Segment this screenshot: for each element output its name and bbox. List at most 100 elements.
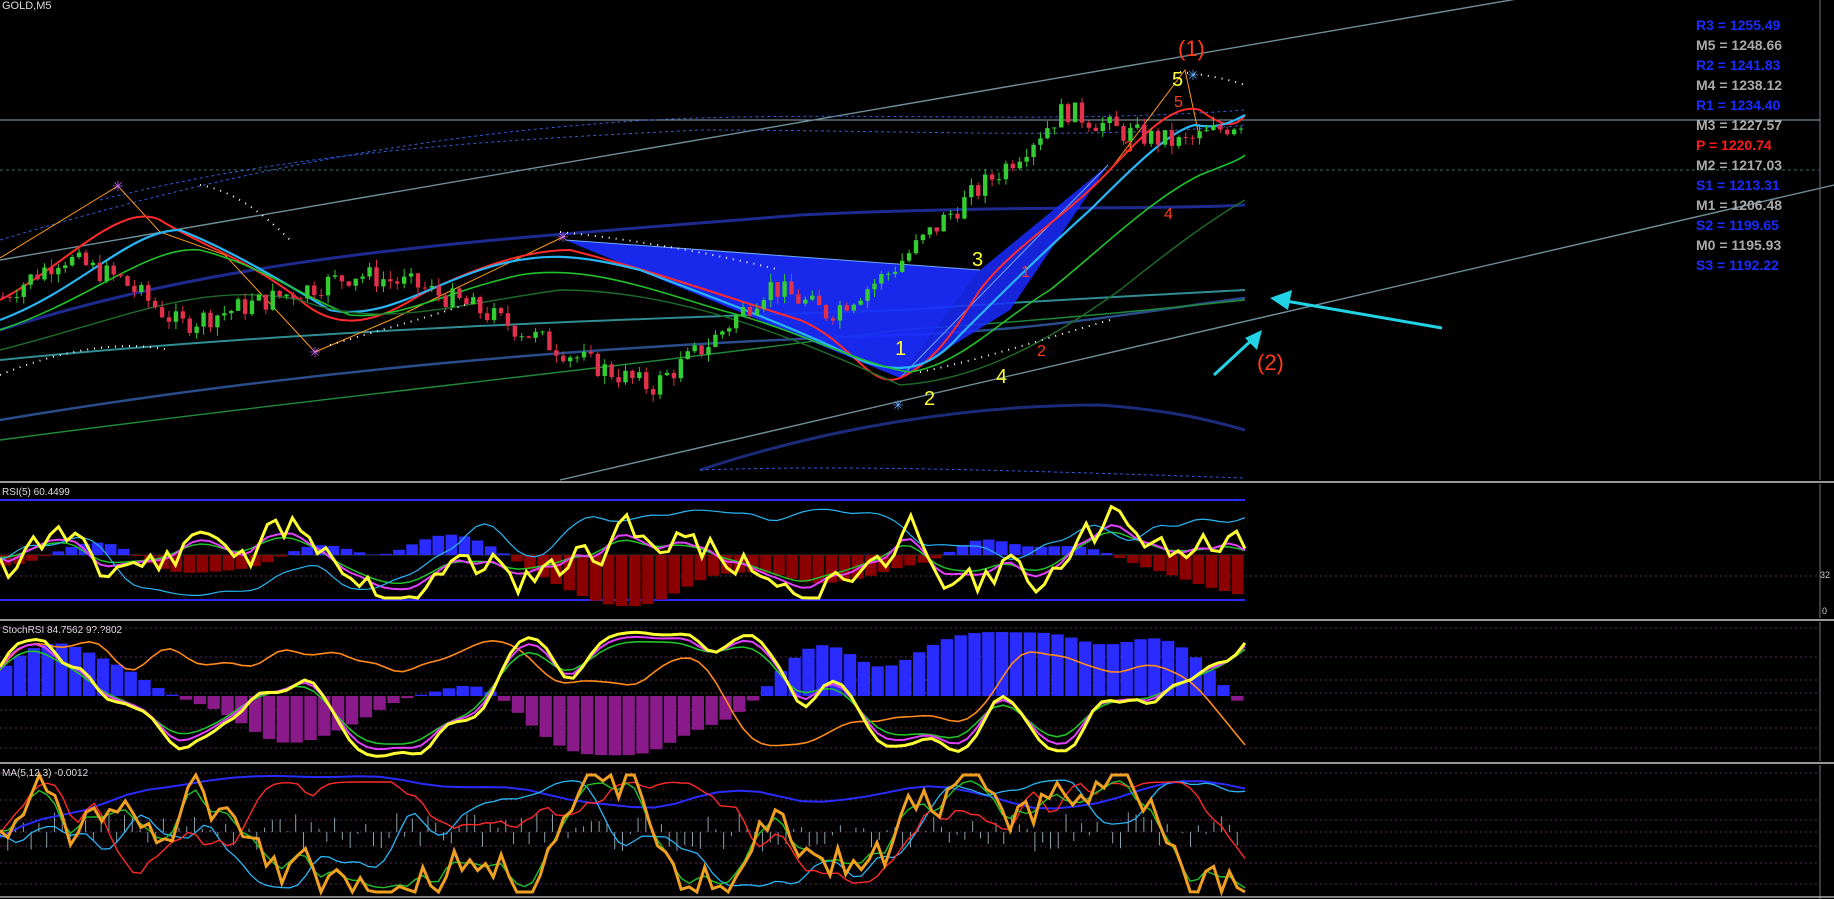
stochrsi-histogram-bar (387, 696, 400, 704)
candle-bull (284, 294, 289, 297)
candle-bull (740, 307, 746, 316)
candle-bull (14, 296, 20, 298)
candle-bull (803, 299, 808, 304)
candle-bear (1065, 104, 1071, 123)
candle-bull (1162, 130, 1168, 145)
stochrsi-histogram-bar (677, 696, 691, 736)
trading-chart: ✳ ✳ ✳ ✳ ✳ (1) (2) 1 2 3 4 5 1 2 3 4 5 (0, 0, 1834, 899)
rsi-histogram-bar (471, 540, 484, 555)
stochrsi-histogram-bar (594, 696, 608, 756)
candle-bull (1045, 128, 1050, 139)
stochrsi-histogram-bar (650, 696, 663, 750)
candle-bull (637, 372, 642, 379)
stochrsi-histogram-bar (276, 696, 289, 743)
rsi-histogram-bar (1022, 546, 1034, 555)
candle-bear (644, 372, 649, 390)
stochrsi-histogram-bar (1175, 647, 1189, 696)
stochrsi-histogram-bar (525, 696, 538, 726)
stochrsi-histogram-bar (138, 680, 151, 696)
stochrsi-histogram-bar (567, 696, 580, 752)
rsi-histogram-bar (1231, 555, 1244, 595)
stochrsi-histogram-bar (345, 696, 359, 725)
red-count-1: 1 (1021, 264, 1030, 281)
rsi-histogram-bar (406, 544, 418, 555)
candle-bull (1038, 138, 1043, 145)
rsi-histogram-bar (131, 555, 143, 556)
rsi-histogram-bar (642, 555, 654, 604)
candle-bull (1052, 127, 1057, 129)
stochrsi-histogram-bar (913, 652, 926, 696)
candle-bear (816, 295, 822, 306)
stochrsi-histogram-bar (954, 635, 967, 696)
candle-bull (491, 308, 497, 321)
rsi-histogram-bar (511, 555, 523, 562)
candle-bull (837, 305, 843, 321)
stochrsi-histogram-bar (110, 664, 123, 696)
wave-label-top: (1) (1178, 36, 1205, 61)
rsi-histogram-bar (393, 549, 405, 555)
pivot-r1: R1 = 1234.40 (1696, 97, 1781, 113)
candle-bear (989, 174, 995, 180)
candle-bull (927, 227, 933, 235)
candle-bull (229, 310, 234, 314)
rsi-histogram-bar (996, 541, 1008, 555)
candle-bull (1031, 144, 1036, 158)
candle-bull (948, 213, 953, 215)
rsi-histogram-bar (1205, 555, 1218, 588)
candle-bull (886, 273, 891, 275)
candle-bull (567, 357, 573, 362)
stochrsi-histogram-bar (442, 688, 455, 696)
rsi-histogram-bar (1153, 555, 1165, 572)
stochrsi-histogram-bar (13, 655, 27, 696)
candle-bull (1231, 129, 1237, 135)
candle-bear (208, 312, 213, 328)
candle-bear (388, 279, 393, 282)
stochrsi-histogram-bar (456, 685, 469, 696)
candle-bull (1024, 157, 1029, 162)
rsi-histogram-bar (288, 551, 300, 555)
red-count-5: 5 (1174, 94, 1183, 111)
candle-bear (436, 285, 441, 296)
candle-bear (159, 307, 165, 318)
rsi-histogram-bar (799, 555, 812, 582)
candle-bull (872, 283, 877, 290)
rsi-histogram-bar (432, 535, 445, 555)
stochrsi-histogram-bar (968, 633, 981, 696)
candle-bull (851, 304, 856, 311)
stochrsi-histogram-bar (152, 688, 165, 696)
candle-bull (194, 326, 199, 333)
candle-bull (360, 276, 365, 279)
candle-bear (671, 372, 677, 379)
pivot-p: P = 1220.74 (1696, 137, 1772, 153)
stochrsi-histogram-bar (1217, 685, 1230, 696)
swing-marker: ✳ (892, 398, 904, 414)
candle-bear (180, 311, 186, 319)
candle-bear (775, 282, 780, 297)
candle-bull (305, 285, 310, 299)
candle-bear (318, 295, 324, 297)
pivot-r3: R3 = 1255.49 (1696, 17, 1781, 33)
candle-bull (893, 271, 898, 274)
stochrsi-histogram-bar (1065, 637, 1078, 696)
stochrsi-title: StochRSI 84.7562 9?.?802 (2, 625, 123, 636)
candle-bull (367, 267, 372, 277)
stochrsi-histogram-bar (802, 648, 815, 696)
yellow-count-3: 3 (972, 249, 983, 271)
candle-bull (104, 265, 109, 282)
candle-bull (235, 299, 241, 311)
stochrsi-histogram-bar (691, 696, 704, 730)
stochrsi-histogram-bar (41, 643, 54, 696)
candle-bull (962, 197, 967, 219)
candle-bear (505, 313, 511, 326)
stochrsi-histogram-bar (262, 696, 276, 739)
rsi-histogram-bar (1127, 555, 1139, 564)
stochrsi-histogram-bar (1106, 644, 1119, 696)
candle-bull (865, 289, 870, 301)
rsi-histogram-bar (65, 546, 78, 555)
rsi-histogram-bar (117, 548, 130, 555)
pivot-s1: S1 = 1213.31 (1696, 177, 1780, 193)
rsi-histogram-bar (1048, 546, 1061, 555)
candle-bull (920, 234, 926, 241)
candle-bull (429, 285, 435, 288)
candle-bear (512, 325, 518, 337)
